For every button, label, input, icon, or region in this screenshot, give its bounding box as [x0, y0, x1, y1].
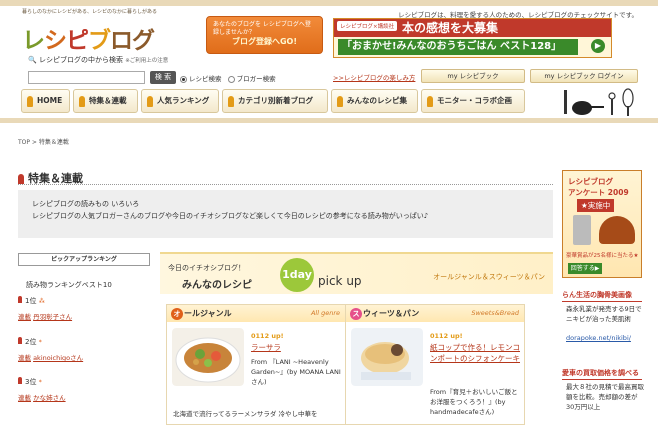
promo-text: あなたのブログを レシピブログへ登録しませんか？ [213, 21, 311, 37]
nav-features[interactable]: 特集＆連載 [73, 89, 138, 113]
my-recipebook-button[interactable]: my レシピブック [421, 69, 525, 83]
spoon-icon [337, 96, 343, 107]
ad-text: 森永乳業が発売する9日でニキビが治った美肌術 [566, 305, 642, 323]
chiffon-cake-photo[interactable] [351, 328, 423, 386]
pickup-label: pick up [318, 274, 362, 288]
intro-box: レシピブログの読みもの いろいろ レシピブログの人気ブロガーさんのブログや今日の… [18, 190, 553, 238]
pickup-card-sweets: スウィーツ＆パン Sweets&Bread 0112 up! 紙コップで作る！レモ… [345, 304, 525, 425]
nav-recipes[interactable]: みんなのレシピ集 [331, 89, 418, 113]
ad-text-2: 最大８社の見積で最高買取額を比較。売却額の差が 30万円以上 [566, 383, 644, 411]
nav-stripe [0, 118, 658, 123]
spoon-icon [228, 96, 234, 107]
banner-subtitle: 「おまかせ!みんなのおうちごはん ベスト128」 [338, 39, 578, 55]
ranking-category[interactable]: 連載 [18, 313, 31, 321]
pin-icon [18, 296, 22, 303]
ranking-item-3: 3位 * 連載 かな姉さん [18, 377, 66, 402]
book-review-banner[interactable]: 本の感想を大募集 レシピブログ×講談社 「おまかせ!みんなのおうちごはん ベスト… [333, 18, 612, 58]
card-source: From『育児＋おいしいご飯とお洋服をつくろう！』(by handmadecaf… [430, 388, 518, 417]
intro-line2: レシピブログの人気ブロガーさんのブログや今日のイチオシブログなど楽しくて今日のレ… [32, 211, 429, 220]
card-date: 0112 up! [430, 332, 463, 340]
pin-icon [18, 377, 22, 384]
ranking-header: ピックアップランキング [18, 253, 150, 266]
search-type-radios: レシピ検索 ブロガー検索 [180, 73, 276, 83]
divider [562, 379, 642, 380]
ranking-name-link[interactable]: 丹羽彰子さん [33, 313, 72, 321]
how-to-enjoy-link[interactable]: >>レシピブログの楽しみ方 [333, 72, 415, 82]
pot-icon [599, 216, 635, 244]
pin-icon [18, 337, 22, 344]
card-excerpt: 北海道で流行ってるラーメンサラダ 冷やし中華を [173, 410, 318, 418]
ad-heading-2[interactable]: 愛車の買取価格を調べる [562, 368, 639, 378]
pickup-line1: 今日のイチオシブログ！ [168, 264, 245, 272]
top-stripe [0, 0, 658, 6]
spoon-icon [27, 96, 33, 107]
ranking-category[interactable]: 連載 [18, 394, 31, 402]
pin-icon [18, 174, 24, 184]
pickup-line2: みんなのレシピ [182, 280, 252, 291]
ranking-item-1: 1位 ⁂ 連載 丹羽彰子さん [18, 296, 73, 321]
ranking-title: 読み物ランキングベスト10 [26, 281, 112, 289]
kitchen-utensils-icon [564, 88, 634, 116]
divider [562, 301, 642, 302]
radio-recipe[interactable] [180, 75, 187, 83]
divider [18, 184, 553, 185]
breadcrumb[interactable]: TOP > 特集＆連載 [18, 137, 69, 146]
ad-heading[interactable]: らん生活の胸骨美画像 [562, 290, 632, 300]
spoon-icon [79, 96, 85, 107]
search-label: 🔍 レシピブログの中から検索 ※ご利用上の注意 [28, 56, 169, 64]
banner-label: レシピブログ×講談社 [337, 21, 398, 31]
pickup-card-all-genre: オールジャンル All genre 0112 up! ラーサラ From 『LAN… [166, 304, 346, 425]
register-blog-banner[interactable]: あなたのブログを レシピブログへ登録しませんか？ ブログ登録へGO! [206, 16, 323, 54]
ranking-item-2: 2位 * 連載 akinoichigoさん [18, 337, 84, 362]
banner-arrow-icon: ▶ [591, 39, 605, 53]
site-logo[interactable]: レシピブログ [22, 21, 155, 55]
search-icon: 🔍 [28, 56, 37, 64]
mixer-icon [573, 215, 591, 245]
usage-note-link[interactable]: ※ご利用上の注意 [125, 58, 168, 64]
search-button[interactable]: 検 索 [150, 71, 176, 84]
my-recipebook-login-button[interactable]: my レシピブック ログイン [530, 69, 638, 83]
nav-home[interactable]: HOME [21, 89, 70, 113]
spoon-icon [427, 96, 433, 107]
card-header: スウィーツ＆パン Sweets&Bread [346, 305, 524, 322]
pickup-category: オールジャンル＆スウィーツ＆パン [433, 273, 545, 281]
main-nav: HOME 特集＆連載 人気ランキング カテゴリ別新着ブログ みんなのレシピ集 モ… [21, 89, 640, 117]
survey-banner[interactable]: レシピブログ アンケート 2009 ★実施中 豪華賞品が25名様に当たる★ 回答… [562, 170, 642, 278]
pickup-banner: 今日のイチオシブログ！ みんなのレシピ 1day pick up オールジャンル… [160, 252, 553, 294]
card-date: 0112 up! [251, 332, 284, 340]
survey-go-button[interactable]: 回答する▶ [568, 263, 602, 274]
nav-new-blogs[interactable]: カテゴリ別新着ブログ [222, 89, 328, 113]
ranking-category[interactable]: 連載 [18, 354, 31, 362]
card-header: オールジャンル All genre [167, 305, 345, 322]
intro-line1: レシピブログの読みもの いろいろ [32, 200, 140, 208]
card-title-link[interactable]: 紙コップで作る！レモンコンポートのシフォンケーキ [430, 343, 522, 364]
slogan: 暮らしのなかにレシピがある、レシピのなかに暮らしがある [22, 9, 158, 15]
radio-blogger[interactable] [227, 75, 235, 83]
ad-link[interactable]: dorapoke.net/nikibi/ [566, 334, 642, 343]
promo-cta: ブログ登録へGO! [231, 37, 297, 47]
search-input[interactable] [28, 71, 145, 84]
spoon-icon [147, 96, 153, 107]
card-title-link[interactable]: ラーサラ [251, 343, 343, 354]
nav-ranking[interactable]: 人気ランキング [141, 89, 219, 113]
one-day-badge: 1day [280, 258, 314, 292]
ranking-name-link[interactable]: かな姉さん [33, 394, 66, 402]
ranking-name-link[interactable]: akinoichigoさん [33, 354, 83, 362]
salad-photo[interactable] [172, 328, 244, 386]
nav-monitor[interactable]: モニター・コラボ企画 [421, 89, 525, 113]
card-source: From 『LANI ~Heavenly Garden~』(by MOANA L… [251, 358, 341, 387]
